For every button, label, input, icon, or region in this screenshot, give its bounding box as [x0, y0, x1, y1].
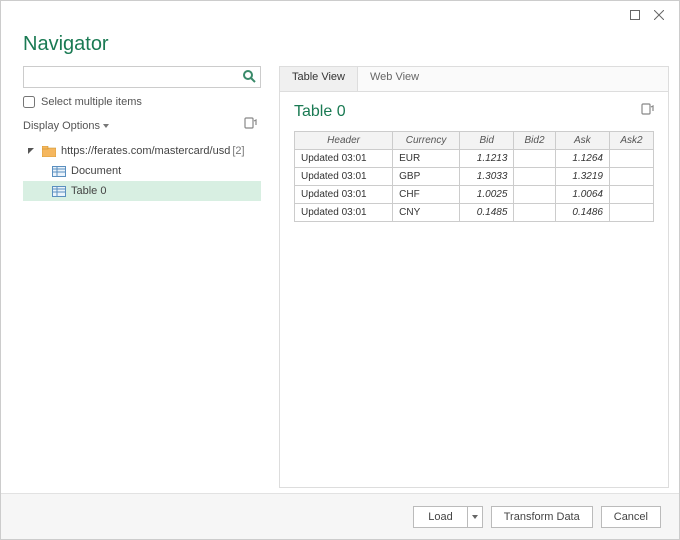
load-dropdown-button[interactable] [467, 506, 483, 528]
table-cell: Updated 03:01 [295, 186, 393, 204]
refresh-icon[interactable] [243, 116, 257, 135]
right-panel: Table View Web View Table 0 Header Curre… [279, 66, 669, 488]
tree-item-table0[interactable]: Table 0 [23, 181, 261, 201]
table-cell: Updated 03:01 [295, 168, 393, 186]
table-cell: 1.3219 [555, 168, 609, 186]
tab-table-view[interactable]: Table View [280, 67, 358, 91]
titlebar [1, 1, 679, 29]
tree-root-label: https://ferates.com/mastercard/usd [61, 145, 230, 157]
search-icon[interactable] [242, 69, 256, 88]
table-cell: 0.1486 [555, 204, 609, 222]
table-cell [610, 204, 654, 222]
tree-root[interactable]: https://ferates.com/mastercard/usd [2] [23, 141, 261, 161]
table-header[interactable]: Bid [459, 132, 513, 150]
table-icon [51, 163, 67, 179]
table-cell [610, 186, 654, 204]
search-input[interactable] [23, 66, 261, 88]
select-multiple-label: Select multiple items [41, 96, 142, 108]
table-header[interactable]: Bid2 [514, 132, 555, 150]
left-panel: Select multiple items Display Options ht… [23, 66, 261, 488]
preview-table: Header Currency Bid Bid2 Ask Ask2 Update… [294, 131, 654, 222]
transform-data-button[interactable]: Transform Data [491, 506, 593, 528]
maximize-button[interactable] [623, 5, 647, 25]
table-header[interactable]: Header [295, 132, 393, 150]
table-header-row: Header Currency Bid Bid2 Ask Ask2 [295, 132, 654, 150]
select-multiple-items[interactable]: Select multiple items [23, 96, 261, 108]
main-content: Select multiple items Display Options ht… [1, 66, 679, 488]
table-cell [514, 186, 555, 204]
collapse-icon[interactable] [27, 147, 37, 155]
table-cell: 1.1264 [555, 150, 609, 168]
table-row[interactable]: Updated 03:01GBP1.3033 1.3219 [295, 168, 654, 186]
table-row[interactable]: Updated 03:01EUR1.1213 1.1264 [295, 150, 654, 168]
tree-item-document[interactable]: Document [23, 161, 261, 181]
table-cell: 1.0025 [459, 186, 513, 204]
tree: https://ferates.com/mastercard/usd [2] D… [23, 141, 261, 201]
table-icon [51, 183, 67, 199]
display-options-row: Display Options [23, 116, 261, 135]
table-header[interactable]: Ask2 [610, 132, 654, 150]
table-cell [610, 168, 654, 186]
table-cell [514, 204, 555, 222]
table-header[interactable]: Currency [393, 132, 460, 150]
table-cell: EUR [393, 150, 460, 168]
table-cell [514, 150, 555, 168]
search-row [23, 66, 261, 88]
tree-item-label: Document [71, 165, 121, 177]
table-cell: Updated 03:01 [295, 204, 393, 222]
preview-pane: Table 0 Header Currency Bid Bid2 Ask Ask… [280, 91, 668, 487]
display-options-label: Display Options [23, 120, 100, 132]
table-cell: Updated 03:01 [295, 150, 393, 168]
table-cell: GBP [393, 168, 460, 186]
preview-title: Table 0 [294, 103, 346, 121]
table-cell [514, 168, 555, 186]
tab-web-view[interactable]: Web View [358, 67, 431, 91]
table-cell: 1.3033 [459, 168, 513, 186]
folder-icon [41, 143, 57, 159]
preview-header: Table 0 [294, 102, 654, 121]
table-cell: CNY [393, 204, 460, 222]
preview-tabs: Table View Web View [280, 67, 668, 91]
refresh-icon[interactable] [640, 102, 654, 121]
page-title: Navigator [1, 29, 679, 66]
select-multiple-checkbox[interactable] [23, 96, 35, 108]
table-cell: 1.0064 [555, 186, 609, 204]
table-cell: CHF [393, 186, 460, 204]
footer: Load Transform Data Cancel [1, 493, 679, 539]
tree-item-label: Table 0 [71, 185, 106, 197]
table-cell [610, 150, 654, 168]
table-row[interactable]: Updated 03:01CNY0.1485 0.1486 [295, 204, 654, 222]
table-header[interactable]: Ask [555, 132, 609, 150]
close-button[interactable] [647, 5, 671, 25]
display-options-dropdown[interactable]: Display Options [23, 120, 109, 132]
cancel-button[interactable]: Cancel [601, 506, 661, 528]
table-row[interactable]: Updated 03:01CHF1.0025 1.0064 [295, 186, 654, 204]
tree-root-count: [2] [232, 145, 244, 157]
table-cell: 1.1213 [459, 150, 513, 168]
load-button[interactable]: Load [413, 506, 466, 528]
load-button-group: Load [413, 506, 482, 528]
table-cell: 0.1485 [459, 204, 513, 222]
